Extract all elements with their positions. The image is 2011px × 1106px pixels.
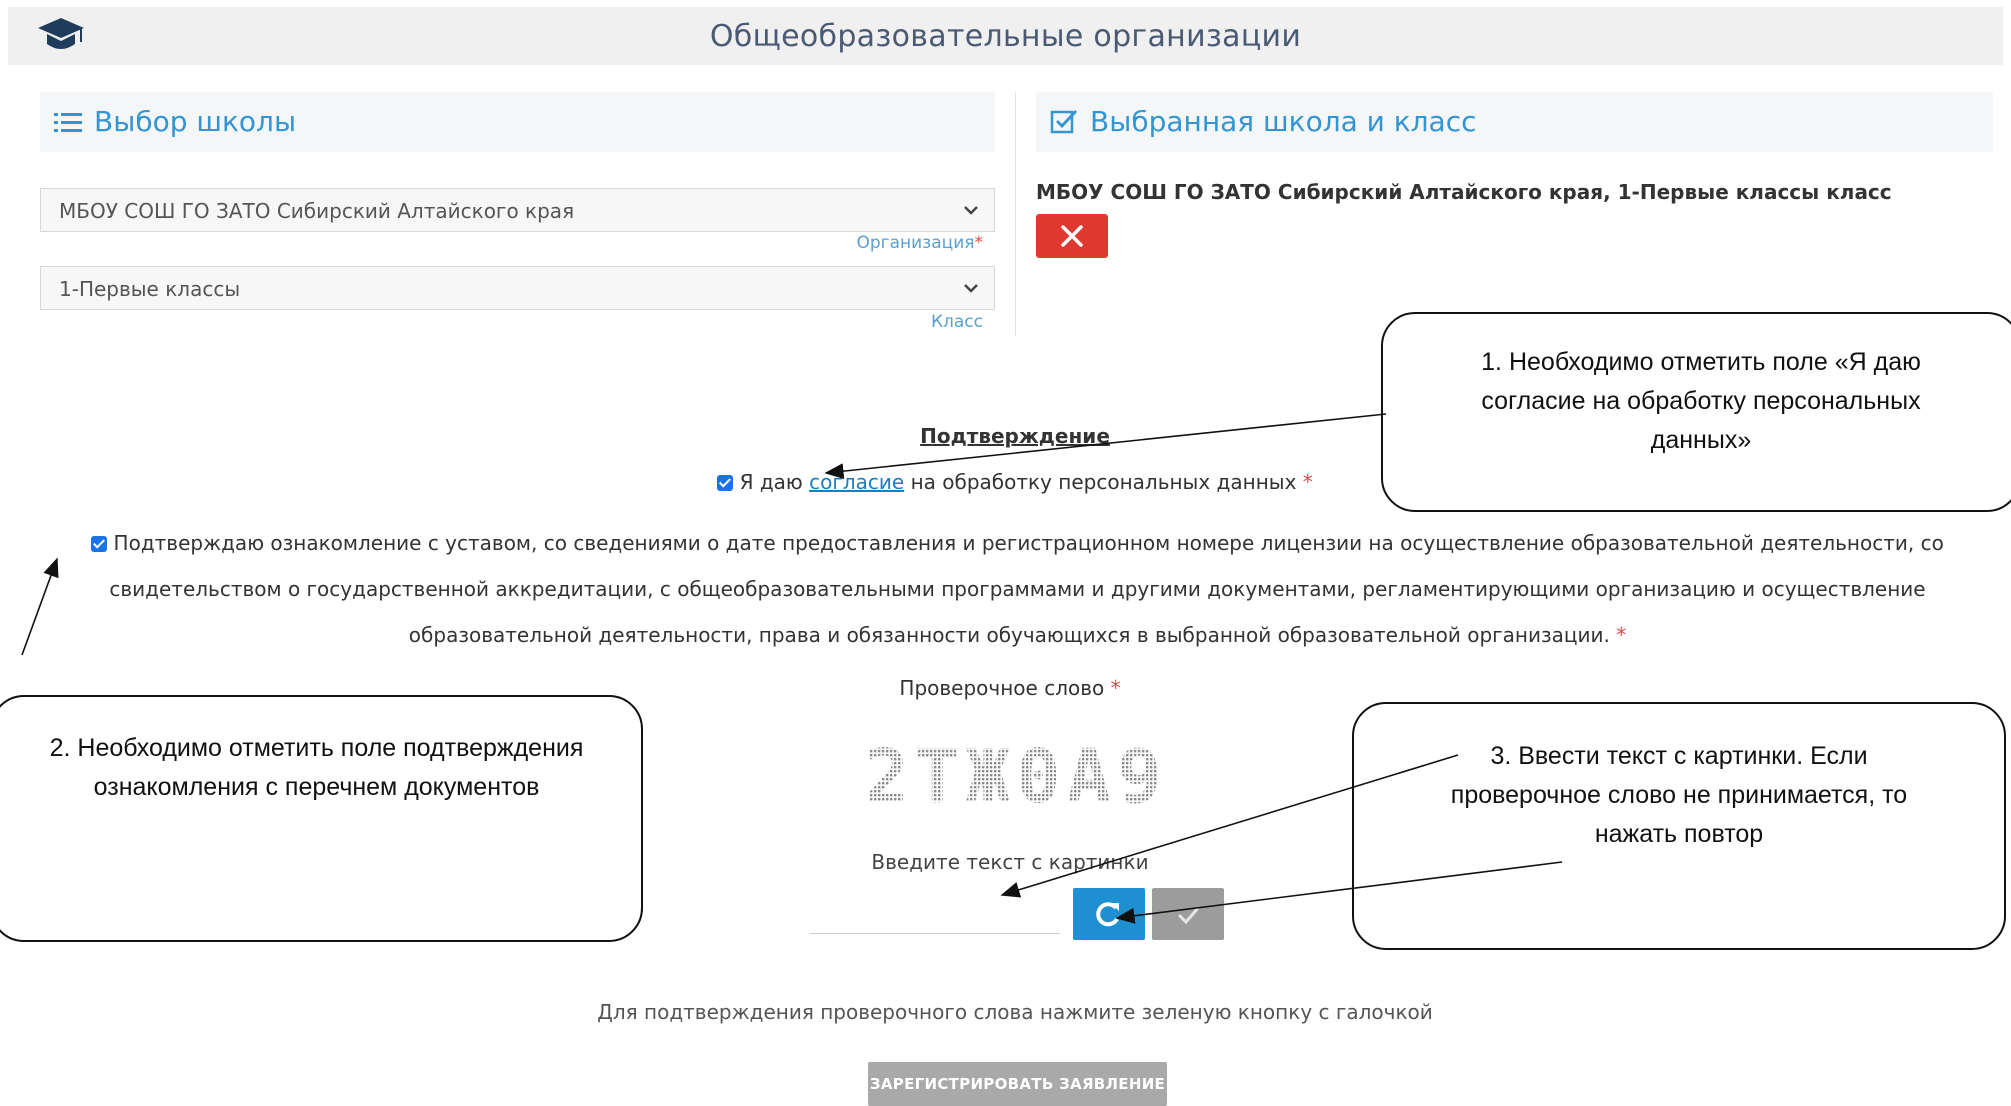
page-title: Общеобразовательные организации (709, 19, 1302, 54)
chevron-down-icon (964, 284, 978, 293)
callout-acknowledgement: 2. Необходимо отметить поле подтверждени… (0, 695, 643, 942)
acknowledgement-checkbox[interactable] (91, 536, 108, 552)
consent-prefix: Я даю (739, 470, 803, 494)
confirm-captcha-button[interactable] (1152, 888, 1224, 940)
school-selection-panel-header: Выбор школы (40, 92, 995, 152)
captcha-image: 2TЖ0A9 (864, 734, 1167, 820)
register-application-button[interactable]: ЗАРЕГИСТРИРОВАТЬ ЗАЯВЛЕНИЕ (868, 1062, 1167, 1106)
required-mark: * (1302, 470, 1313, 494)
checkbox-icon (1050, 110, 1078, 134)
graduation-cap-icon (38, 18, 84, 49)
close-icon (1061, 225, 1083, 247)
captcha-image-text: 2TЖ0A9 (864, 734, 1167, 820)
class-hint: Класс (930, 312, 983, 332)
consent-suffix: на обработку персональных данных (910, 470, 1297, 494)
class-select-value: 1-Первые классы (59, 277, 241, 301)
consent-link[interactable]: согласие (809, 470, 904, 494)
captcha-input[interactable] (810, 888, 1060, 934)
class-select[interactable]: 1-Первые классы (40, 266, 995, 310)
consent-checkbox[interactable] (717, 475, 734, 491)
chevron-down-icon (964, 206, 978, 215)
refresh-captcha-button[interactable] (1073, 888, 1145, 940)
callout-consent: 1. Необходимо отметить поле «Я даю согла… (1381, 312, 2011, 512)
organization-hint: Организация* (856, 233, 984, 253)
remove-selection-button[interactable] (1036, 214, 1108, 258)
check-icon (1177, 907, 1200, 925)
selected-school-panel-header: Выбранная школа и класс (1036, 92, 1993, 152)
organization-select[interactable]: МБОУ СОШ ГО ЗАТО Сибирский Алтайского кр… (40, 188, 995, 232)
organization-select-value: МБОУ СОШ ГО ЗАТО Сибирский Алтайского кр… (59, 199, 575, 223)
submit-hint: Для подтверждения проверочного слова наж… (597, 1000, 1433, 1024)
selected-school-text: МБОУ СОШ ГО ЗАТО Сибирский Алтайского кр… (1036, 180, 1892, 204)
panel-divider (1015, 92, 1016, 336)
selected-school-title: Выбранная школа и класс (1090, 105, 1477, 138)
school-selection-title: Выбор школы (94, 105, 297, 138)
refresh-icon (1096, 902, 1119, 927)
acknowledgement-row: Подтверждаю ознакомление с уставом, со с… (40, 520, 1995, 658)
list-icon (54, 113, 82, 132)
required-mark: * (1616, 623, 1627, 647)
callout-captcha: 3. Ввести текст с картинки. Если проверо… (1352, 702, 2006, 950)
acknowledgement-text: Подтверждаю ознакомление с уставом, со с… (109, 531, 1944, 647)
